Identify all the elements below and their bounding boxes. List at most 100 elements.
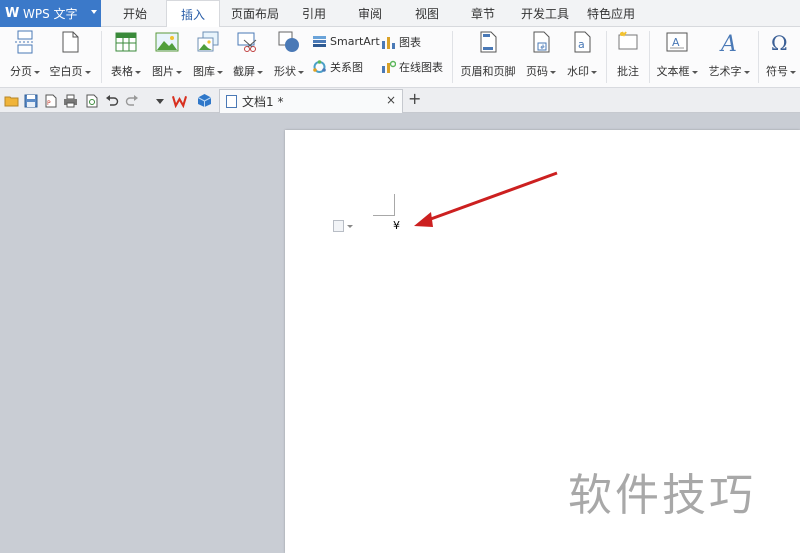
picture-button[interactable]: 图片 — [148, 29, 186, 79]
export-pdf-icon[interactable]: P — [43, 93, 58, 108]
comment-label: 批注 — [617, 65, 639, 78]
svg-text:A: A — [672, 36, 680, 49]
page-break-icon — [12, 29, 38, 55]
table-label: 表格 — [111, 65, 133, 78]
scissors-icon — [235, 29, 261, 55]
smartart-label: SmartArt — [330, 34, 380, 48]
relation-chart-icon — [312, 60, 327, 74]
shape-button[interactable]: 形状 — [270, 29, 308, 79]
relation-chart-label: 关系图 — [330, 61, 363, 74]
dropdown-caret-icon[interactable] — [176, 70, 182, 74]
tab-developer[interactable]: 开发工具 — [516, 0, 574, 27]
chart-label: 图表 — [399, 36, 421, 49]
new-tab-icon[interactable]: + — [408, 89, 421, 108]
omega-icon: Ω — [768, 29, 794, 55]
ribbon-separator — [452, 31, 453, 83]
smartart-icon — [312, 34, 327, 48]
svg-text:#: # — [540, 44, 545, 51]
gallery-label: 图库 — [193, 65, 215, 78]
dropdown-caret-icon[interactable] — [217, 70, 223, 74]
watermark-label: 水印 — [567, 65, 589, 78]
redo-icon[interactable] — [124, 93, 139, 108]
app-name: WPS 文字 — [23, 7, 78, 21]
dropdown-caret-icon[interactable] — [790, 70, 796, 74]
watermark-button[interactable]: a 水印 — [563, 29, 601, 79]
undo-icon[interactable] — [104, 93, 119, 108]
app-menu-button[interactable]: W WPS 文字 — [0, 0, 101, 27]
watermark-icon: a — [569, 29, 595, 55]
blank-page-icon — [57, 29, 83, 55]
page-break-button[interactable]: 分页 — [6, 29, 44, 79]
comment-button[interactable]: 批注 — [611, 29, 645, 79]
wordart-button[interactable]: A 艺术字 — [705, 29, 753, 79]
dropdown-caret-icon[interactable] — [257, 70, 263, 74]
annotation-arrow — [414, 171, 558, 227]
wps-logo-icon: W — [5, 5, 20, 21]
tab-home[interactable]: 开始 — [112, 0, 158, 27]
ribbon-separator — [649, 31, 650, 83]
online-chart-label: 在线图表 — [399, 61, 443, 74]
document-workspace: ¥ 软件技巧 — [0, 114, 800, 553]
tab-page-layout[interactable]: 页面布局 — [226, 0, 284, 27]
close-icon[interactable]: × — [386, 93, 396, 107]
relation-chart-button[interactable]: 关系图 — [312, 59, 363, 75]
cloud-cube-icon[interactable] — [197, 93, 212, 108]
dropdown-caret-icon[interactable] — [298, 70, 304, 74]
ribbon-separator — [606, 31, 607, 83]
table-icon — [113, 29, 139, 55]
tab-special-features[interactable]: 特色应用 — [582, 0, 640, 27]
tab-section[interactable]: 章节 — [461, 0, 505, 27]
symbol-button[interactable]: Ω 符号 — [763, 29, 799, 79]
tab-view[interactable]: 视图 — [405, 0, 449, 27]
smartart-button[interactable]: SmartArt — [312, 34, 380, 48]
page-number-icon: # — [528, 29, 554, 55]
online-chart-icon — [381, 60, 396, 74]
document-icon — [226, 95, 237, 108]
gallery-button[interactable]: 图库 — [189, 29, 227, 79]
dropdown-caret-icon[interactable] — [591, 70, 597, 74]
textbox-button[interactable]: A 文本框 — [654, 29, 700, 79]
quick-access-dropdown-icon[interactable] — [152, 93, 167, 108]
screenshot-label: 截屏 — [233, 65, 255, 78]
picture-icon — [154, 29, 180, 55]
header-footer-button[interactable]: 页眉和页脚 — [458, 29, 518, 79]
print-icon[interactable] — [63, 93, 78, 108]
tab-references[interactable]: 引用 — [292, 0, 336, 27]
chart-button[interactable]: 图表 — [381, 34, 421, 50]
svg-text:A: A — [719, 32, 737, 54]
print-preview-icon[interactable] — [84, 93, 99, 108]
dropdown-caret-icon[interactable] — [691, 70, 698, 74]
shape-label: 形状 — [274, 65, 296, 78]
ribbon-separator — [758, 31, 759, 83]
gallery-icon — [195, 29, 221, 55]
document-tab-title: 文档1 * — [242, 95, 284, 109]
insert-ribbon: 分页 空白页 表格 图片 图库 截屏 形状 SmartArt 图表 关系图 在线… — [0, 27, 800, 88]
textbox-icon: A — [664, 29, 690, 55]
dropdown-caret-icon[interactable] — [550, 70, 556, 74]
online-chart-button[interactable]: 在线图表 — [381, 59, 443, 75]
page-number-label: 页码 — [526, 65, 548, 78]
dropdown-caret-icon[interactable] — [743, 70, 750, 74]
textbox-label: 文本框 — [656, 65, 690, 78]
save-icon[interactable] — [23, 93, 38, 108]
bar-chart-icon — [381, 35, 396, 49]
wps-logo-red-icon[interactable] — [172, 93, 187, 108]
blank-page-button[interactable]: 空白页 — [47, 29, 93, 79]
menu-tab-bar: W WPS 文字 开始 插入 页面布局 引用 审阅 视图 章节 开发工具 特色应… — [0, 0, 800, 28]
dropdown-caret-icon[interactable] — [84, 70, 91, 74]
table-button[interactable]: 表格 — [107, 29, 145, 79]
screenshot-button[interactable]: 截屏 — [229, 29, 267, 79]
header-footer-label: 页眉和页脚 — [460, 65, 516, 78]
document-tab[interactable]: 文档1 * × — [219, 89, 403, 113]
wordart-label: 艺术字 — [708, 65, 742, 78]
comment-icon — [615, 29, 641, 55]
dropdown-caret-icon[interactable] — [34, 70, 40, 74]
dropdown-caret-icon[interactable] — [135, 70, 141, 74]
wordart-icon: A — [716, 29, 742, 55]
quick-access-bar: P 文档1 * × + — [0, 88, 800, 113]
open-folder-icon[interactable] — [4, 93, 19, 108]
page-number-button[interactable]: # 页码 — [522, 29, 560, 79]
tab-review[interactable]: 审阅 — [348, 0, 392, 27]
picture-label: 图片 — [152, 65, 174, 78]
tab-insert[interactable]: 插入 — [166, 0, 220, 28]
